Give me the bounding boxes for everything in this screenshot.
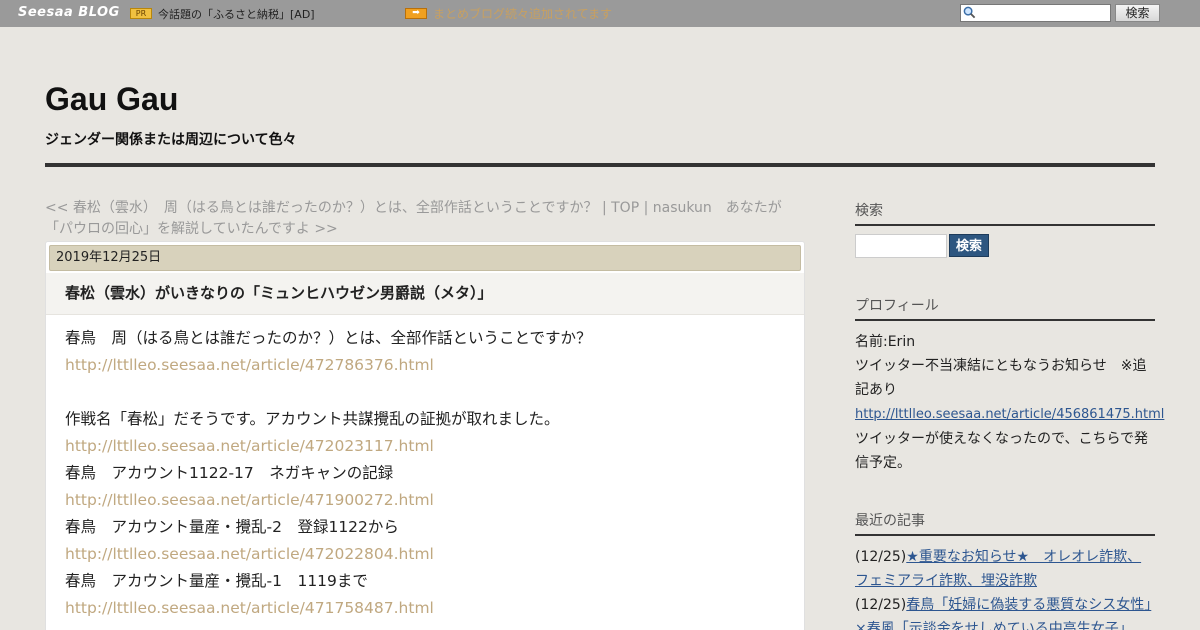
body-text: 春鳥 アカウント1122-17 ネガキャンの記録	[65, 464, 394, 482]
prev-article-link[interactable]: << 春松（雲水） 周（はる鳥とは誰だったのか？）とは、全部作話ということですか…	[45, 200, 598, 216]
profile-heading: プロフィール	[855, 295, 1155, 321]
seesaa-logo[interactable]: Seesaa BLOG	[18, 5, 120, 20]
top-bar: Seesaa BLOG PR 今話題の「ふるさと納税」[AD] ➡ まとめブログ…	[0, 0, 1200, 27]
post-title[interactable]: 春松（雲水）がいきなりの「ミュンヒハウゼン男爵説（メタ）」	[46, 273, 804, 315]
list-item: (12/25)★重要なお知らせ★ オレオレ詐欺、フェミアライ詐欺、埋没詐欺	[855, 545, 1155, 593]
site-description: ジェンダー関係または周辺について色々	[45, 132, 297, 148]
arrow-right-icon: ➡	[405, 8, 427, 19]
body-text: 春鳥 アカウント量産・攪乱-2 登録1122から	[65, 518, 399, 536]
pr-badge: PR	[130, 8, 152, 19]
profile-notice: ツイッター不当凍結にともなうお知らせ ※追記あり	[855, 358, 1147, 398]
profile-note: ツイッターが使えなくなったので、こちらで発信予定。	[855, 431, 1149, 471]
matome-blog-link[interactable]: まとめブログ続々追加されてます	[433, 5, 612, 22]
post-date: 2019年12月25日	[49, 245, 801, 271]
pr-ad-link[interactable]: 今話題の「ふるさと納税」[AD]	[158, 6, 315, 22]
nav-separator: |	[639, 200, 653, 216]
article: 2019年12月25日 春松（雲水）がいきなりの「ミュンヒハウゼン男爵説（メタ）…	[45, 241, 805, 630]
body-text: 作戦名「春松」だそうです。アカウント共謀攪乱の証拠が取れました。	[65, 410, 560, 428]
profile-name: 名前:Erin	[855, 334, 916, 350]
recent-date: (12/25)	[855, 597, 907, 613]
sidebar-profile: プロフィール 名前:Erin ツイッター不当凍結にともなうお知らせ ※追記あり …	[855, 295, 1164, 475]
sidebar-search-button[interactable]: 検索	[949, 234, 989, 257]
recent-date: (12/25)	[855, 549, 907, 565]
body-text: 春鳥 アカウント量産・攪乱-1 1119まで	[65, 572, 368, 590]
article-link[interactable]: http://lttlleo.seesaa.net/article/471900…	[65, 487, 785, 514]
recent-heading: 最近の記事	[855, 510, 1155, 536]
top-search-button[interactable]: 検索	[1115, 4, 1160, 22]
top-link[interactable]: TOP	[611, 200, 639, 216]
article-link[interactable]: http://lttlleo.seesaa.net/article/472786…	[65, 352, 785, 379]
top-search-input[interactable]	[960, 4, 1111, 22]
nav-separator: |	[597, 200, 612, 216]
site-title[interactable]: Gau Gau	[45, 81, 178, 118]
sidebar-search-input[interactable]	[855, 234, 947, 258]
sidebar-recent: 最近の記事 (12/25)★重要なお知らせ★ オレオレ詐欺、フェミアライ詐欺、埋…	[855, 510, 1155, 630]
sidebar-search-heading: 検索	[855, 200, 1155, 226]
article-link[interactable]: http://lttlleo.seesaa.net/article/472023…	[65, 433, 785, 460]
article-link[interactable]: http://lttlleo.seesaa.net/article/471758…	[65, 595, 785, 622]
article-link[interactable]: http://lttlleo.seesaa.net/article/472022…	[65, 541, 785, 568]
search-icon	[963, 6, 976, 19]
list-item: (12/25)春鳥「妊婦に偽装する悪質なシス女性」×春風「示談金をせしめている中…	[855, 593, 1155, 630]
body-text: 春鳥 周（はる鳥とは誰だったのか？）とは、全部作話ということですか？	[65, 329, 592, 347]
article-nav: << 春松（雲水） 周（はる鳥とは誰だったのか？）とは、全部作話ということですか…	[45, 198, 805, 240]
recent-list: (12/25)★重要なお知らせ★ オレオレ詐欺、フェミアライ詐欺、埋没詐欺 (1…	[855, 545, 1155, 630]
header-divider	[45, 163, 1155, 167]
sidebar-search: 検索 検索	[855, 200, 1155, 258]
profile-body: 名前:Erin ツイッター不当凍結にともなうお知らせ ※追記あり http://…	[855, 330, 1164, 475]
profile-link[interactable]: http://lttlleo.seesaa.net/article/456861…	[855, 407, 1164, 422]
post-body: 春鳥 周（はる鳥とは誰だったのか？）とは、全部作話ということですか？ http:/…	[65, 325, 785, 622]
